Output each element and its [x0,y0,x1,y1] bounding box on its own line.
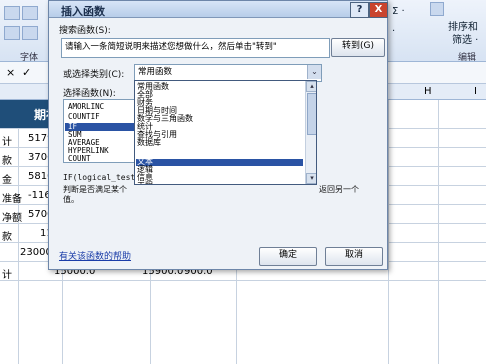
category-scrollbar[interactable]: ▴ ▾ [305,81,316,184]
list-item[interactable]: AMORLINC [68,103,104,111]
column-h-header[interactable]: H [424,86,432,97]
insert-function-dialog: 插入函数 ? X 搜索函数(S): 请输入一条简短说明来描述您想做什么，然后单击… [48,0,388,270]
search-input[interactable]: 请输入一条简短说明来描述您想做什么，然后单击"转到" [61,38,330,58]
row-label[interactable]: 金 [2,171,12,186]
category-dropdown-list[interactable]: 常用函数 全部 财务 日期与时间 数学与三角函数 统计 查找与引用 数据库 文本… [134,80,317,185]
row-label[interactable]: 净额 [2,209,22,224]
function-description-right: 返回另一个 [319,185,359,194]
ok-button[interactable]: 确定 [259,247,317,266]
column-i-header[interactable]: I [474,86,477,97]
category-label: 或选择类别(C): [63,70,125,80]
border-icon[interactable] [4,26,20,40]
ribbon-dropdown[interactable]: · [392,26,395,37]
function-help-link[interactable]: 有关该函数的帮助 [59,249,131,262]
sort-icon[interactable] [430,2,444,16]
autosum-button[interactable]: Σ · [392,6,405,17]
list-item[interactable]: 工程 [137,182,153,185]
dialog-titlebar[interactable]: 插入函数 ? X [49,1,388,18]
list-item[interactable]: 数据库 [137,139,161,147]
search-label: 搜索函数(S): [59,26,111,36]
fill-color-icon[interactable] [22,26,38,40]
function-description-cont: 值。 [63,195,79,204]
list-item[interactable]: COUNTIF [68,113,100,121]
chevron-down-icon[interactable]: ⌄ [307,65,321,79]
function-list-label: 选择函数(N): [63,89,116,99]
cancel-button[interactable]: 取消 [325,247,383,266]
row-label[interactable]: 准备 [2,190,22,205]
row-label[interactable]: 计 [2,133,12,148]
bold-icon[interactable] [4,6,20,20]
category-select-value: 常用函数 [138,67,173,77]
cancel-icon[interactable]: × [6,66,15,79]
dialog-title: 插入函数 [61,5,105,18]
filter-label[interactable]: 筛选 · [452,31,478,46]
row-label[interactable]: 款 [2,228,12,243]
category-selection-highlight [136,159,303,166]
row-label[interactable]: 款 [2,152,12,167]
list-item[interactable]: COUNT [68,155,91,163]
scroll-down-icon[interactable]: ▾ [306,173,316,184]
scroll-up-icon[interactable]: ▴ [306,81,316,92]
goto-button[interactable]: 转到(G) [331,38,385,57]
scroll-thumb[interactable] [307,93,316,135]
enter-icon[interactable]: ✓ [22,66,31,79]
row-label[interactable]: 计 [2,266,12,281]
font-color-icon[interactable] [22,6,38,20]
close-button[interactable]: X [369,2,388,18]
help-button[interactable]: ? [350,2,369,18]
